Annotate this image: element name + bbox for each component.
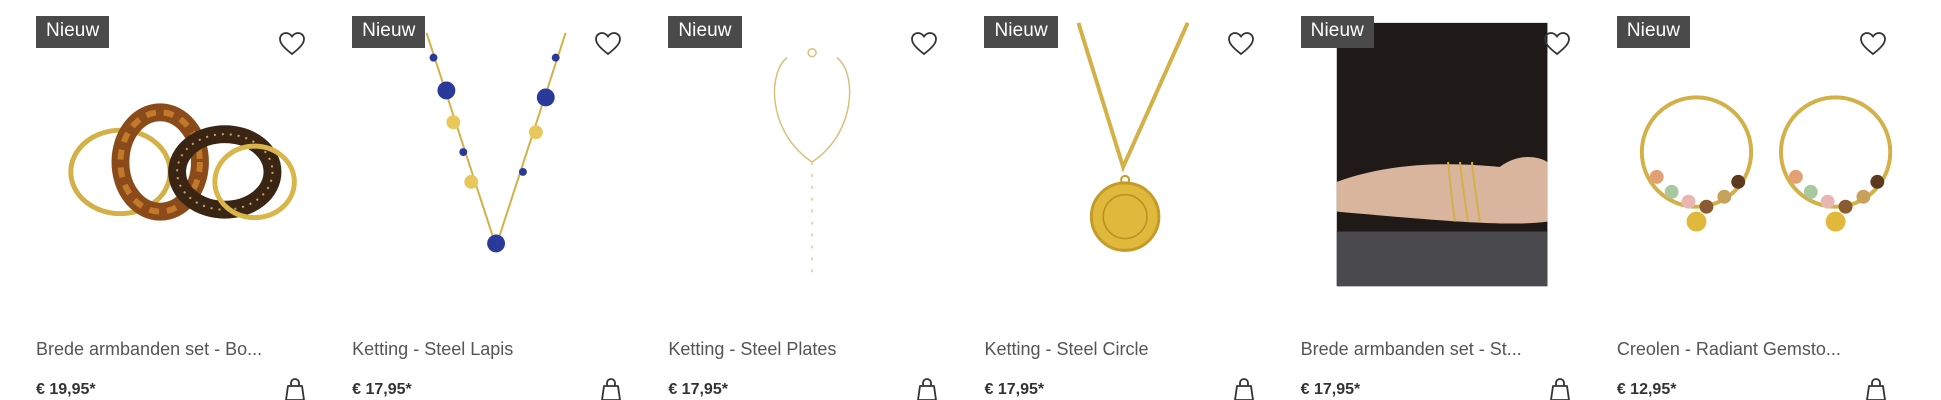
shopping-bag-icon[interactable]	[1861, 375, 1891, 400]
product-grid: Nieuw Brede armbanden set - Bo... € 19,9…	[0, 0, 1941, 400]
shopping-bag-icon[interactable]	[280, 375, 310, 400]
shopping-bag-icon[interactable]	[1545, 375, 1575, 400]
product-price: € 17,95*	[668, 381, 728, 398]
product-media[interactable]: Nieuw	[668, 12, 957, 307]
product-price-row: € 17,95*	[668, 375, 956, 400]
shopping-bag-icon[interactable]	[912, 375, 942, 400]
product-media[interactable]: Nieuw	[352, 12, 641, 307]
product-card[interactable]: Nieuw Ketting - Steel Circle € 17,95*	[970, 0, 1286, 400]
heart-icon[interactable]	[1223, 26, 1259, 62]
product-card[interactable]: Nieuw Brede armbanden set - Bo... € 19,9…	[22, 0, 338, 400]
product-card[interactable]: Nieuw Ketting - Steel Plates € 17,95*	[654, 0, 970, 400]
product-card[interactable]: Nieuw Creolen - Radiant Gemsto... € 12,9…	[1603, 0, 1919, 400]
product-price: € 17,95*	[352, 381, 412, 398]
heart-icon[interactable]	[1539, 26, 1575, 62]
product-price: € 12,95*	[1616, 381, 1677, 398]
product-media[interactable]: Nieuw	[1616, 12, 1905, 307]
heart-icon[interactable]	[906, 26, 942, 62]
product-title[interactable]: Brede armbanden set - St...	[1301, 337, 1589, 361]
product-title[interactable]: Ketting - Steel Lapis	[352, 337, 640, 361]
new-badge: Nieuw	[668, 16, 742, 48]
product-title[interactable]: Brede armbanden set - Bo...	[36, 337, 324, 361]
product-price-row: € 19,95*	[36, 375, 324, 400]
product-price-row: € 17,95*	[1301, 375, 1589, 400]
product-card[interactable]: Nieuw Brede armbanden set - St... € 17,9…	[1287, 0, 1603, 400]
heart-icon[interactable]	[590, 26, 626, 62]
heart-icon[interactable]	[1855, 26, 1891, 62]
shopping-bag-icon[interactable]	[596, 375, 626, 400]
new-badge: Nieuw	[352, 16, 426, 48]
new-badge: Nieuw	[36, 16, 110, 48]
product-title[interactable]: Creolen - Radiant Gemsto...	[1617, 337, 1905, 361]
product-price-row: € 17,95*	[352, 375, 640, 400]
product-price: € 17,95*	[984, 381, 1045, 398]
product-price: € 17,95*	[1300, 381, 1361, 398]
product-media[interactable]: Nieuw	[984, 12, 1273, 307]
product-media[interactable]: Nieuw	[36, 12, 325, 307]
new-badge: Nieuw	[1616, 16, 1691, 48]
product-media[interactable]: Nieuw	[1300, 12, 1589, 307]
new-badge: Nieuw	[1300, 16, 1374, 48]
product-price: € 19,95*	[36, 381, 96, 398]
product-price-row: € 17,95*	[984, 375, 1272, 400]
heart-icon[interactable]	[274, 26, 310, 62]
product-title[interactable]: Ketting - Steel Plates	[668, 337, 956, 361]
product-title[interactable]: Ketting - Steel Circle	[984, 337, 1272, 361]
product-card[interactable]: Nieuw Ketting - Steel Lapis € 17,95*	[338, 0, 654, 400]
new-badge: Nieuw	[984, 16, 1058, 48]
shopping-bag-icon[interactable]	[1229, 375, 1259, 400]
product-price-row: € 12,95*	[1617, 375, 1905, 400]
